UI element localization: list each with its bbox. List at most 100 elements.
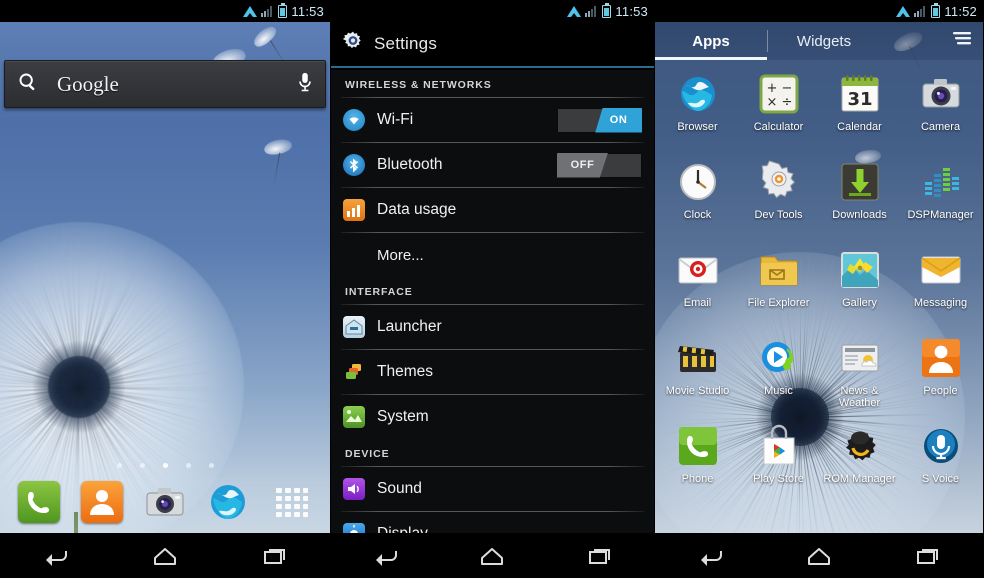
app-label: Play Store — [741, 473, 817, 485]
app-item-movie-studio[interactable]: Movie Studio — [657, 330, 738, 418]
status-bar: 11:53 — [331, 0, 654, 22]
dock-item-phone[interactable] — [18, 481, 60, 523]
messaging-icon — [919, 248, 963, 292]
three-phone-screenshot-collage: 11:53 Google 11:53 Settings WIRELESS & N… — [0, 0, 984, 578]
settings-label: Themes — [377, 363, 433, 381]
menu-icon[interactable] — [951, 29, 973, 54]
app-item-camera[interactable]: Camera — [900, 66, 981, 154]
settings-label: Sound — [377, 480, 422, 498]
themes-icon — [343, 361, 365, 383]
people-icon — [919, 336, 963, 380]
status-bar: 11:52 — [655, 0, 983, 22]
bluetooth-toggle[interactable]: OFF — [557, 153, 642, 178]
wifi-toggle[interactable]: ON — [557, 108, 642, 133]
camera-icon — [919, 72, 963, 116]
app-item-messaging[interactable]: Messaging — [900, 242, 981, 330]
downloads-icon — [838, 160, 882, 204]
calendar-day: 31 — [847, 89, 872, 110]
recents-icon[interactable] — [574, 539, 626, 573]
app-item-play-store[interactable]: Play Store — [738, 418, 819, 506]
settings-label: Bluetooth — [377, 156, 443, 174]
settings-row-bluetooth[interactable]: Bluetooth OFF — [331, 143, 654, 187]
svg-text:÷: ÷ — [781, 95, 792, 110]
display-icon — [343, 523, 365, 533]
settings-row-more[interactable]: More... — [331, 233, 654, 277]
tab-widgets[interactable]: Widgets — [768, 22, 880, 60]
app-label: ROM Manager — [822, 473, 898, 485]
home-icon[interactable] — [466, 539, 518, 573]
app-item-phone[interactable]: Phone — [657, 418, 738, 506]
app-item-news-weather[interactable]: News & Weather — [819, 330, 900, 418]
app-label: Messaging — [903, 297, 979, 309]
settings-row-sound[interactable]: Sound — [331, 467, 654, 511]
browser-icon — [676, 72, 720, 116]
app-item-dsp-manager[interactable]: DSPManager — [900, 154, 981, 242]
settings-label: Display — [377, 525, 428, 533]
back-icon[interactable] — [29, 539, 81, 573]
calendar-icon: 31 — [838, 72, 882, 116]
status-time: 11:53 — [615, 4, 648, 19]
google-search-widget[interactable]: Google — [4, 60, 326, 108]
data-usage-icon — [343, 199, 365, 221]
navigation-bar — [0, 533, 330, 578]
app-item-downloads[interactable]: Downloads — [819, 154, 900, 242]
settings-row-wifi[interactable]: Wi-Fi ON — [331, 98, 654, 142]
microphone-icon[interactable] — [297, 71, 313, 98]
app-item-dev-tools[interactable]: Dev Tools — [738, 154, 819, 242]
app-label: Dev Tools — [741, 209, 817, 221]
app-item-browser[interactable]: Browser — [657, 66, 738, 154]
app-label: Downloads — [822, 209, 898, 221]
dock-item-camera[interactable] — [144, 481, 186, 523]
settings-row-themes[interactable]: Themes — [331, 350, 654, 394]
dock-item-app-drawer[interactable] — [270, 481, 312, 523]
battery-icon — [931, 5, 940, 18]
app-item-email[interactable]: Email — [657, 242, 738, 330]
dock-item-browser[interactable] — [207, 481, 249, 523]
launcher-icon — [343, 316, 365, 338]
app-item-gallery[interactable]: Gallery — [819, 242, 900, 330]
signal-icon — [585, 5, 598, 17]
file-explorer-icon — [757, 248, 801, 292]
home-icon[interactable] — [139, 539, 191, 573]
email-icon — [676, 248, 720, 292]
sound-icon — [343, 478, 365, 500]
settings-label: More... — [377, 247, 424, 264]
settings-list[interactable]: WIRELESS & NETWORKS Wi-Fi ON Bluetooth O… — [331, 70, 654, 533]
settings-group-header: WIRELESS & NETWORKS — [331, 70, 654, 97]
dandelion-seed — [263, 137, 293, 157]
dock-item-people[interactable] — [81, 481, 123, 523]
app-item-music[interactable]: Music — [738, 330, 819, 418]
app-item-calculator[interactable]: + − × ÷ Calculator — [738, 66, 819, 154]
settings-row-display[interactable]: Display — [331, 512, 654, 533]
settings-row-system[interactable]: System — [331, 395, 654, 439]
app-item-s-voice[interactable]: S Voice — [900, 418, 981, 506]
phone-panel-settings: 11:53 Settings WIRELESS & NETWORKS Wi-Fi — [330, 0, 655, 578]
settings-row-data-usage[interactable]: Data usage — [331, 188, 654, 232]
signal-icon — [914, 5, 927, 17]
app-label: Movie Studio — [660, 385, 736, 397]
app-label: S Voice — [903, 473, 979, 485]
recents-icon[interactable] — [902, 539, 954, 573]
app-item-file-explorer[interactable]: File Explorer — [738, 242, 819, 330]
back-icon[interactable] — [359, 539, 411, 573]
battery-icon — [278, 5, 287, 18]
app-label: Browser — [660, 121, 736, 133]
back-icon[interactable] — [684, 539, 736, 573]
settings-row-launcher[interactable]: Launcher — [331, 305, 654, 349]
tab-apps[interactable]: Apps — [655, 22, 767, 60]
settings-label: System — [377, 408, 429, 426]
navigation-bar — [331, 533, 654, 578]
app-item-clock[interactable]: Clock — [657, 154, 738, 242]
home-icon[interactable] — [793, 539, 845, 573]
tab-apps-label: Apps — [692, 33, 730, 50]
calculator-icon: + − × ÷ — [757, 72, 801, 116]
settings-group-header: INTERFACE — [331, 277, 654, 304]
app-label: Camera — [903, 121, 979, 133]
app-label: File Explorer — [741, 297, 817, 309]
system-icon — [343, 406, 365, 428]
app-item-calendar[interactable]: 31 Calendar — [819, 66, 900, 154]
app-item-rom-manager[interactable]: ROM Manager — [819, 418, 900, 506]
toggle-state-label: OFF — [557, 153, 608, 178]
app-item-people[interactable]: People — [900, 330, 981, 418]
recents-icon[interactable] — [249, 539, 301, 573]
